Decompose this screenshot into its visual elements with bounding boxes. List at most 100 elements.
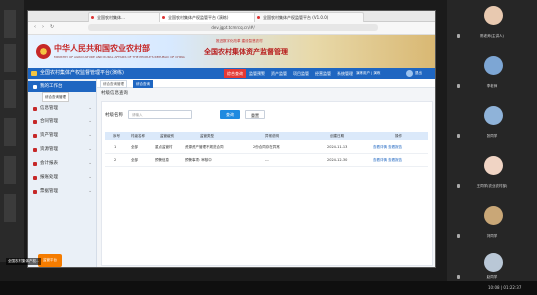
- favicon-icon: [162, 16, 165, 19]
- menu-item[interactable]: 经营监管: [312, 69, 334, 78]
- menu-item[interactable]: 监管预警: [246, 69, 268, 78]
- sidebar-item-report[interactable]: 会计报表 ⌄: [28, 158, 96, 169]
- banner-slogan: 推进数字化改革 建设智慧农村: [216, 39, 263, 43]
- avatar: [484, 253, 503, 272]
- avatar: [484, 6, 503, 25]
- info-icon: [33, 107, 37, 111]
- table-row: 1 全部 重点监管村 资源资产管理不规范合同 2份合同存在异常 2024-11-…: [105, 141, 428, 154]
- menu-item[interactable]: 系统管理: [334, 69, 356, 78]
- table-cell: 全部: [131, 158, 138, 162]
- url-field[interactable]: dev.jgpt.tcmrcq.cn/#/: [88, 24, 378, 31]
- menu-item[interactable]: 项目监管: [290, 69, 312, 78]
- meeting-bottom-bar: 10:08 | 01:22:37: [0, 281, 537, 295]
- query-button[interactable]: 查询: [220, 110, 240, 119]
- table-cell: 2: [114, 158, 117, 162]
- column-header: 村级名称: [131, 134, 145, 138]
- reload-icon[interactable]: ↻: [50, 24, 54, 31]
- village-name-input[interactable]: 请输入: [128, 110, 192, 119]
- table-cell: 2份合同存在异常: [253, 145, 280, 149]
- participant-tile[interactable]: 刘同学: [447, 200, 537, 250]
- contract-icon: [33, 120, 37, 124]
- column-header: 操作: [395, 134, 402, 138]
- participant-tile[interactable]: 赵同学: [447, 250, 537, 281]
- sidebar-item-asset[interactable]: 资产管理 ⌄: [28, 130, 96, 141]
- participant-tile[interactable]: 王同学(农业农村部): [447, 150, 537, 200]
- participant-tile[interactable]: 陈老师(主讲人): [447, 0, 537, 50]
- column-header: 监管类型: [200, 134, 214, 138]
- browser-tab[interactable]: 全国农村集体…: [88, 12, 164, 22]
- table-cell: 2024-11-13: [327, 145, 348, 149]
- query-panel: 村级名称 请输入 查询 重置 序号 村级名称 监管级别 监管类型 异常说明 创建…: [101, 101, 433, 266]
- back-icon[interactable]: ‹: [34, 24, 36, 31]
- column-header: 异常说明: [265, 134, 279, 138]
- platform-badge[interactable]: 监管平台: [38, 254, 62, 267]
- system-logo-icon: [31, 71, 37, 76]
- participant-name: 李老师: [486, 84, 498, 88]
- page-title: 村级信息查询: [101, 91, 128, 96]
- browser-tab-active[interactable]: 全国农村集体产权监管平台 (演练): [159, 12, 259, 22]
- reset-button[interactable]: 重置: [245, 110, 265, 119]
- logout-link[interactable]: 退出: [415, 70, 422, 77]
- table-cell: ---: [265, 158, 269, 162]
- participant-tile[interactable]: 李老师: [447, 50, 537, 100]
- platform-title: 全国农村集体资产监督管理: [204, 48, 288, 56]
- row-action-links[interactable]: 查看详情 查看报告: [373, 154, 402, 166]
- favicon-icon: [257, 16, 260, 19]
- table-row: 2 全部 预警信息 预警事项: 审核中 --- 2024-12-30 查看详情 …: [105, 154, 428, 167]
- asset-icon: [33, 134, 37, 138]
- tab-query[interactable]: 综合查询: [133, 80, 153, 88]
- avatar: [484, 206, 503, 225]
- avatar: [484, 106, 503, 125]
- reimburse-icon: [33, 176, 37, 180]
- browser-tab[interactable]: 全国农村集体产权监管平台 (V1.0.0): [254, 12, 364, 22]
- national-emblem-icon: [36, 44, 51, 59]
- user-info: 演练用户 | 演练: [356, 71, 381, 75]
- sidebar-tooltip: 综合查询管理: [28, 92, 96, 102]
- top-navigation: 全国农村集体产权监督管理平台(演练) 综合查询 监管预警 资产监管 项目监管 经…: [28, 68, 435, 79]
- participant-name: 王同学(农业农村部): [476, 184, 508, 188]
- sidebar: 我的工作台 综合查询管理 信息管理 ⌄ 合同管理 ⌄ 资产管理 ⌄ 资源管理 ⌄ 会计报…: [28, 79, 97, 267]
- table-cell: 全部: [131, 145, 138, 149]
- participant-name: 张同学: [486, 134, 498, 138]
- table-cell: 2024-12-30: [327, 158, 348, 162]
- table-cell: 重点监管村: [155, 145, 173, 149]
- sidebar-item-contract[interactable]: 合同管理 ⌄: [28, 116, 96, 127]
- menu-item[interactable]: 资产监管: [268, 69, 290, 78]
- forward-icon[interactable]: ›: [42, 24, 44, 31]
- table-header: 序号 村级名称 监管级别 监管类型 异常说明 创建日期 操作: [105, 132, 428, 140]
- column-header: 监管级别: [160, 134, 174, 138]
- chevron-down-icon: ⌄: [88, 106, 92, 111]
- menu-item[interactable]: 综合查询: [224, 69, 246, 78]
- tab-overview[interactable]: 综合查询管理: [100, 80, 127, 88]
- system-name: 全国农村集体产权监督管理平台(演练): [40, 70, 124, 76]
- search-label: 村级名称: [105, 113, 123, 118]
- sidebar-item-workbench[interactable]: 我的工作台: [28, 81, 96, 92]
- page-tabs: 综合查询管理 综合查询: [97, 79, 435, 88]
- chevron-down-icon: ⌄: [88, 119, 92, 124]
- address-bar-row: ‹ › ↻ dev.jgpt.tcmrcq.cn/#/: [28, 22, 435, 35]
- sidebar-item-info[interactable]: 信息管理 ⌄: [28, 103, 96, 114]
- active-speaker-label: 全国农村集体产权...: [6, 258, 42, 265]
- sidebar-item-reimburse[interactable]: 报账处理 ⌄: [28, 172, 96, 183]
- row-action-links[interactable]: 查看详情 查看报告: [373, 141, 402, 153]
- invoice-icon: [33, 190, 37, 194]
- report-icon: [33, 162, 37, 166]
- participant-name: 刘同学: [486, 234, 498, 238]
- resource-icon: [33, 148, 37, 152]
- table-cell: 资源资产管理不规范合同: [185, 145, 224, 149]
- chevron-down-icon: ⌄: [88, 175, 92, 180]
- sidebar-item-invoice[interactable]: 票据管理 ⌄: [28, 186, 96, 197]
- main-content: 综合查询管理 综合查询 村级信息查询 村级名称 请输入 查询 重置 序号 村级名…: [97, 79, 435, 267]
- ministry-title: 中华人民共和国农业农村部: [54, 43, 150, 53]
- column-header: 序号: [113, 134, 120, 138]
- favicon-icon: [91, 16, 94, 19]
- browser-tab-bar: 全国农村集体… 全国农村集体产权监管平台 (演练) 全国农村集体产权监管平台 (…: [28, 11, 435, 22]
- sidebar-item-resource[interactable]: 资源管理 ⌄: [28, 144, 96, 155]
- participant-tile[interactable]: 张同学: [447, 100, 537, 150]
- participant-name: 陈老师(主讲人): [480, 34, 504, 38]
- chevron-down-icon: ⌄: [88, 133, 92, 138]
- avatar[interactable]: [406, 70, 413, 77]
- column-header: 创建日期: [330, 134, 344, 138]
- secondary-screen-thumbnail[interactable]: [0, 0, 24, 262]
- chevron-down-icon: ⌄: [88, 189, 92, 194]
